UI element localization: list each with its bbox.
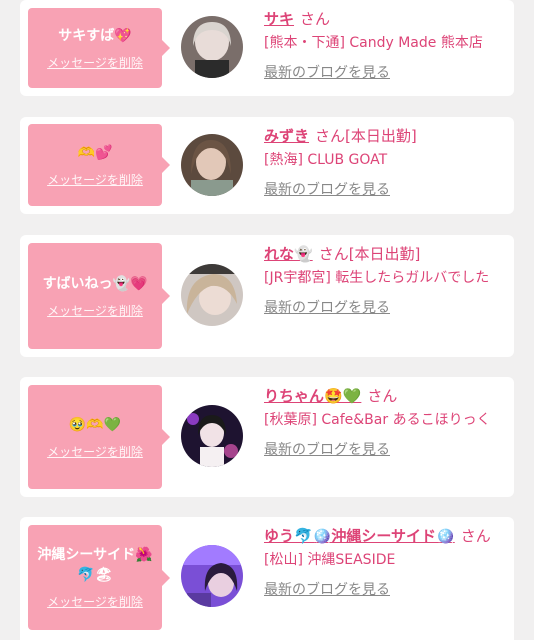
avatar[interactable] xyxy=(181,405,243,467)
latest-blog-link[interactable]: 最新のブログを見る xyxy=(264,579,502,601)
latest-blog-link[interactable]: 最新のブログを見る xyxy=(264,62,502,84)
name-line: ゆう🐬🪩沖縄シーサイド🪩 さん xyxy=(264,525,502,547)
cast-info: りちゃん🤩💚 さん [秋葉原] Cafe&Bar あるこほりっく 最新のブログを見… xyxy=(264,385,502,461)
message-card: 🥹🫶💚 メッセージを削除 りちゃん🤩💚 さん [秋葉原] Cafe&Bar あるこ… xyxy=(20,377,514,497)
cast-info: みずき さん[本日出勤] [熱海] CLUB GOAT 最新のブログを見る xyxy=(264,125,502,201)
shop-name: [熊本・下通] Candy Made 熊本店 xyxy=(264,35,483,51)
cast-name-link[interactable]: りちゃん🤩💚 xyxy=(264,387,361,405)
attendance-status: [本日出勤] xyxy=(345,127,417,145)
message-card: 🫶💕 メッセージを削除 みずき さん[本日出勤] [熱海] CLUB GOAT 最… xyxy=(20,117,514,214)
shop-name: [松山] 沖縄SEASIDE xyxy=(264,552,396,568)
latest-blog-link[interactable]: 最新のブログを見る xyxy=(264,297,502,319)
message-text: 🥹🫶💚 xyxy=(68,416,122,433)
name-line: サキ さん xyxy=(264,8,502,30)
avatar[interactable] xyxy=(181,16,243,78)
avatar[interactable] xyxy=(181,134,243,196)
message-bubble: サキすば💖 メッセージを削除 xyxy=(28,8,170,88)
cast-name-link[interactable]: ゆう🐬🪩沖縄シーサイド🪩 xyxy=(264,527,455,545)
message-text: すばいねっ👻💗 xyxy=(42,275,148,292)
cast-info: れな👻 さん[本日出勤] [JR宇都宮] 転生したらガルバでした 最新のブログを見… xyxy=(264,243,502,319)
avatar-photo xyxy=(181,16,243,78)
message-card: すばいねっ👻💗 メッセージを削除 れな👻 さん[本日出勤] [JR宇都宮] 転生し… xyxy=(20,235,514,357)
delete-message-link[interactable]: メッセージを削除 xyxy=(47,443,143,460)
message-bubble: 🫶💕 メッセージを削除 xyxy=(28,124,170,206)
message-bubble: 沖縄シーサイド🌺🐬🏖 メッセージを削除 xyxy=(28,525,170,630)
avatar[interactable] xyxy=(181,264,243,326)
avatar-photo xyxy=(181,545,243,607)
cast-name-link[interactable]: みずき xyxy=(264,127,309,145)
honorific: さん xyxy=(300,10,331,28)
message-bubble: 🥹🫶💚 メッセージを削除 xyxy=(28,385,170,489)
message-card: サキすば💖 メッセージを削除 サキ さん [熊本・下通] Candy Made 熊… xyxy=(20,0,514,96)
name-line: りちゃん🤩💚 さん xyxy=(264,385,502,407)
delete-message-link[interactable]: メッセージを削除 xyxy=(47,54,143,71)
delete-message-link[interactable]: メッセージを削除 xyxy=(47,302,143,319)
attendance-status: [本日出勤] xyxy=(348,245,421,263)
honorific: さん xyxy=(367,387,398,405)
honorific: さん xyxy=(315,127,346,145)
message-text: 沖縄シーサイド🌺🐬🏖 xyxy=(37,547,153,583)
message-bubble: すばいねっ👻💗 メッセージを削除 xyxy=(28,243,170,349)
honorific: さん xyxy=(318,245,349,263)
delete-message-link[interactable]: メッセージを削除 xyxy=(47,593,143,610)
name-line: れな👻 さん[本日出勤] xyxy=(264,243,502,265)
message-text: サキすば💖 xyxy=(58,27,132,44)
avatar-photo xyxy=(181,264,243,326)
latest-blog-link[interactable]: 最新のブログを見る xyxy=(264,439,502,461)
honorific: さん xyxy=(460,527,491,545)
avatar[interactable] xyxy=(181,545,243,607)
cast-info: ゆう🐬🪩沖縄シーサイド🪩 さん [松山] 沖縄SEASIDE 最新のブログを見る xyxy=(264,525,502,601)
name-line: みずき さん[本日出勤] xyxy=(264,125,502,147)
shop-name: [JR宇都宮] 転生したらガルバでした xyxy=(264,270,490,286)
avatar-photo xyxy=(181,405,243,467)
latest-blog-link[interactable]: 最新のブログを見る xyxy=(264,179,502,201)
avatar-photo xyxy=(181,134,243,196)
shop-name: [秋葉原] Cafe&Bar あるこほりっく xyxy=(264,412,491,428)
shop-name: [熱海] CLUB GOAT xyxy=(264,152,388,168)
message-text: 🫶💕 xyxy=(77,144,113,161)
message-card: 沖縄シーサイド🌺🐬🏖 メッセージを削除 ゆう🐬🪩沖縄シーサイド🪩 さん [松山] … xyxy=(20,517,514,640)
cast-name-link[interactable]: サキ xyxy=(264,10,294,28)
cast-info: サキ さん [熊本・下通] Candy Made 熊本店 最新のブログを見る xyxy=(264,8,502,84)
cast-name-link[interactable]: れな👻 xyxy=(264,245,313,263)
delete-message-link[interactable]: メッセージを削除 xyxy=(47,171,143,188)
